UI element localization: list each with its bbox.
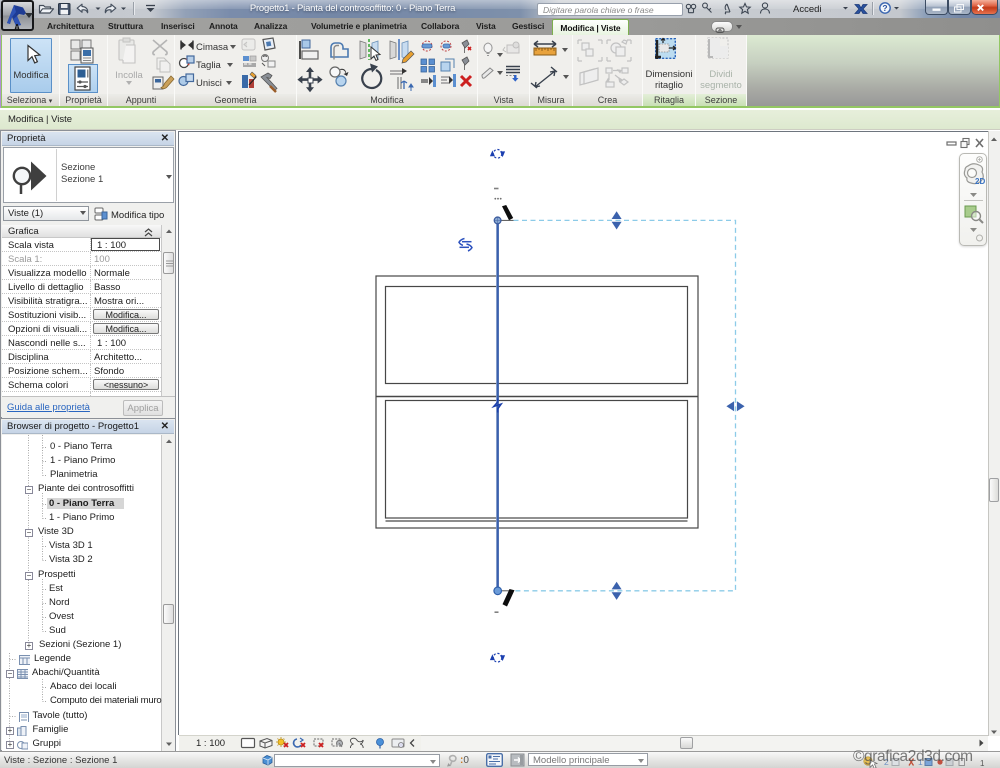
svg-text:A: A [14,23,20,31]
svg-text:?: ? [882,3,887,13]
